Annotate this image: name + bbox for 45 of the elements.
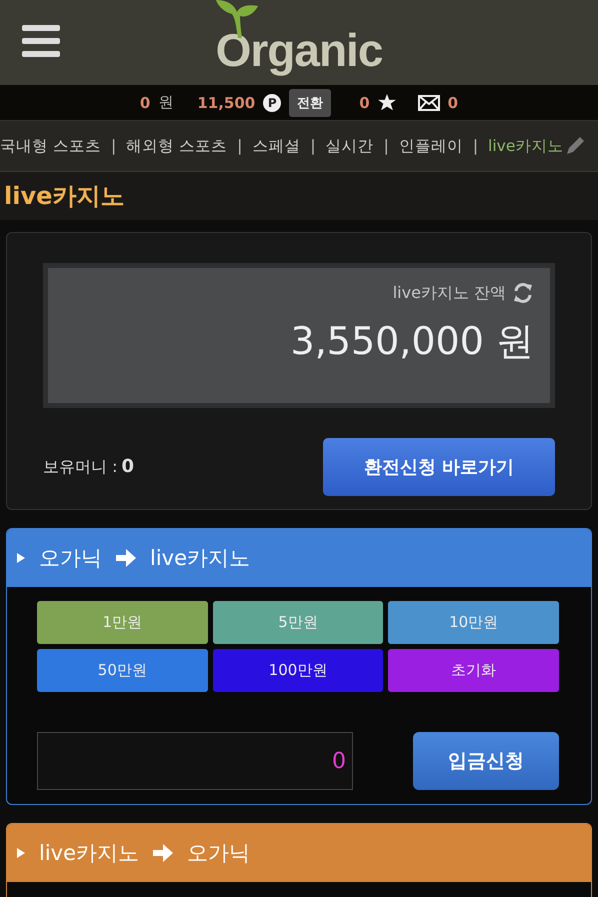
nav-link[interactable]: 스페셜	[252, 136, 300, 156]
pencil-icon	[565, 136, 586, 156]
nav-separator: |	[110, 137, 116, 155]
mail-icon[interactable]	[418, 94, 440, 110]
arrow-icon	[153, 844, 174, 862]
nav-link[interactable]: live카지노	[488, 136, 564, 156]
panel-header[interactable]: live카지노 오가닉	[7, 824, 591, 882]
star-icon	[378, 94, 396, 111]
amount-button[interactable]: 50만원	[37, 649, 208, 692]
message-count: 0	[448, 94, 458, 112]
caret-icon	[17, 553, 25, 563]
convert-button[interactable]: 전환	[289, 88, 332, 116]
cash-unit: 원	[158, 93, 174, 112]
amount-button[interactable]: 초기화	[388, 649, 559, 692]
refresh-icon[interactable]	[512, 282, 534, 304]
deposit-button[interactable]: 입금신청	[413, 732, 559, 790]
nav-link[interactable]: 인플레이	[398, 136, 463, 156]
exchange-button[interactable]: 환전신청 바로가기	[323, 438, 555, 496]
balance-label: live카지노 잔액	[392, 282, 506, 304]
cash-amount: 0	[140, 94, 150, 112]
panel-title-to: live카지노	[150, 545, 250, 572]
amount-field[interactable]: 0	[37, 732, 353, 790]
nav-separator: |	[310, 137, 316, 155]
star-count: 0	[359, 94, 370, 112]
amount-button[interactable]: 10만원	[388, 601, 559, 644]
panel-title-to: 오가닉	[187, 840, 250, 867]
menu-icon[interactable]	[22, 25, 60, 57]
balance-amount: 3,550,000 원	[290, 318, 534, 365]
caret-icon	[17, 848, 25, 858]
nav-separator: |	[384, 137, 389, 155]
nav-link[interactable]: 실시간	[326, 136, 374, 156]
points-amount: 11,500	[197, 94, 256, 112]
arrow-icon	[116, 549, 136, 567]
panel-title-from: 오가닉	[39, 545, 102, 572]
nav-link[interactable]: 해외형 스포츠	[126, 136, 228, 156]
page-title: live카지노	[4, 181, 124, 212]
held-money-label: 보유머니 :	[43, 457, 118, 476]
panel-header[interactable]: 오가닉 live카지노	[7, 529, 591, 587]
nav-separator: |	[472, 137, 478, 155]
points-icon: P	[263, 94, 282, 112]
nav-separator: |	[237, 137, 242, 155]
held-money-value: 0	[121, 456, 134, 477]
nav-link[interactable]: 국내형 스포츠	[0, 136, 101, 156]
amount-button[interactable]: 100만원	[212, 649, 384, 692]
panel-title-from: live카지노	[39, 840, 140, 867]
